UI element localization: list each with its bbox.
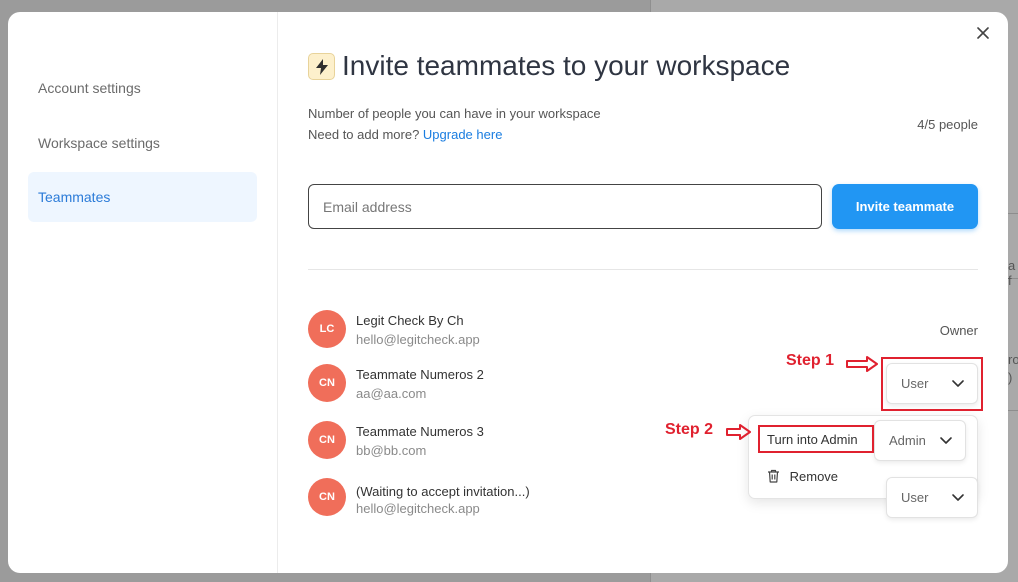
page-title: Invite teammates to your workspace xyxy=(342,50,791,81)
member-name: Legit Check By Ch xyxy=(356,313,464,328)
settings-modal: Account settings Workspace settings Team… xyxy=(8,12,1008,573)
remove-label: Remove xyxy=(789,469,839,484)
member-email: hello@legitcheck.app xyxy=(356,501,480,516)
chevron-down-icon xyxy=(952,494,964,501)
section-divider xyxy=(308,269,978,270)
close-button[interactable] xyxy=(974,26,992,44)
background-text: ) xyxy=(1008,370,1013,385)
member-name: (Waiting to accept invitation...) xyxy=(356,484,530,499)
member-email: bb@bb.com xyxy=(356,443,427,458)
role-select[interactable]: User xyxy=(886,477,978,518)
step1-label: Step 1 xyxy=(786,352,835,369)
member-email: hello@legitcheck.app xyxy=(356,332,480,347)
trash-icon xyxy=(768,469,779,483)
menu-item-remove[interactable]: Remove xyxy=(767,469,838,484)
role-select[interactable]: Admin xyxy=(874,420,966,461)
email-input[interactable] xyxy=(308,184,822,229)
member-name: Teammate Numeros 3 xyxy=(356,424,484,439)
avatar: CN xyxy=(308,364,346,402)
role-select-value: User xyxy=(901,490,929,505)
background-text: a f xyxy=(1008,258,1016,288)
upgrade-prompt-text: Need to add more? xyxy=(308,127,420,142)
settings-sidebar: Account settings Workspace settings Team… xyxy=(8,12,278,573)
close-icon xyxy=(977,27,989,39)
sidebar-item-workspace-settings[interactable]: Workspace settings xyxy=(28,118,257,168)
member-name: Teammate Numeros 2 xyxy=(356,367,484,382)
member-email: aa@aa.com xyxy=(356,386,427,401)
background-text: ro xyxy=(1008,352,1018,367)
upgrade-prompt: Need to add more? Upgrade here xyxy=(308,127,502,142)
people-count: 4/5 people xyxy=(917,117,978,132)
sidebar-item-teammates[interactable]: Teammates xyxy=(28,172,257,222)
avatar: LC xyxy=(308,310,346,348)
role-select-value: Admin xyxy=(889,433,926,448)
lightning-bolt-icon xyxy=(308,53,335,80)
step2-highlight-box xyxy=(758,425,874,453)
step2-label: Step 2 xyxy=(665,421,714,438)
sidebar-item-account-settings[interactable]: Account settings xyxy=(28,63,257,113)
owner-role-label: Owner xyxy=(939,323,978,338)
invite-teammate-button[interactable]: Invite teammate xyxy=(832,184,978,229)
chevron-down-icon xyxy=(940,437,952,444)
step1-highlight-box xyxy=(881,357,983,411)
upgrade-link[interactable]: Upgrade here xyxy=(423,127,503,142)
step1-arrow-icon xyxy=(846,356,878,372)
step2-arrow-icon xyxy=(726,424,751,440)
capacity-description: Number of people you can have in your wo… xyxy=(308,106,601,121)
avatar: CN xyxy=(308,478,346,516)
avatar: CN xyxy=(308,421,346,459)
